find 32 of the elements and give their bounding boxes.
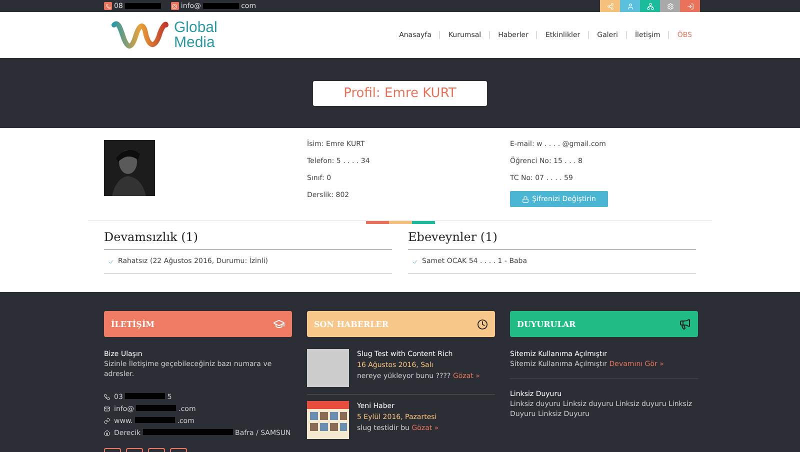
section-title: SON HABERLER	[314, 319, 388, 329]
redaction-mark	[135, 417, 175, 423]
check-icon	[108, 258, 114, 264]
phone-icon	[104, 394, 110, 400]
link-icon	[104, 418, 110, 424]
section-title: Devamsızlık (1)	[104, 230, 392, 250]
logo-text: Global	[174, 20, 218, 35]
redaction-mark	[124, 3, 161, 9]
share-icon[interactable]	[600, 0, 620, 12]
instagram-icon	[170, 2, 179, 10]
phone-icon	[104, 2, 112, 10]
thumbnail-placeholder	[307, 349, 349, 387]
network-icon[interactable]	[640, 0, 660, 12]
user-icon[interactable]	[620, 0, 640, 12]
gear-icon[interactable]	[660, 0, 680, 12]
check-icon	[412, 258, 418, 264]
logo-text: Media	[174, 35, 216, 50]
redaction-mark	[136, 405, 176, 411]
redaction-mark	[125, 393, 166, 399]
megaphone-icon	[679, 318, 691, 330]
logo-icon	[110, 19, 170, 51]
graduation-cap-icon	[273, 318, 285, 330]
lock-icon	[522, 196, 530, 202]
redaction-mark	[203, 3, 240, 9]
section-title: İLETİŞİM	[111, 319, 155, 329]
login-icon[interactable]	[680, 0, 700, 12]
page-title: Profil: Emre KURT	[313, 80, 487, 106]
section-title: DUYURULAR	[517, 319, 576, 329]
clock-icon	[477, 318, 488, 330]
section-title: Ebeveynler (1)	[408, 230, 696, 250]
mail-icon	[104, 406, 110, 412]
home-icon	[104, 430, 110, 436]
